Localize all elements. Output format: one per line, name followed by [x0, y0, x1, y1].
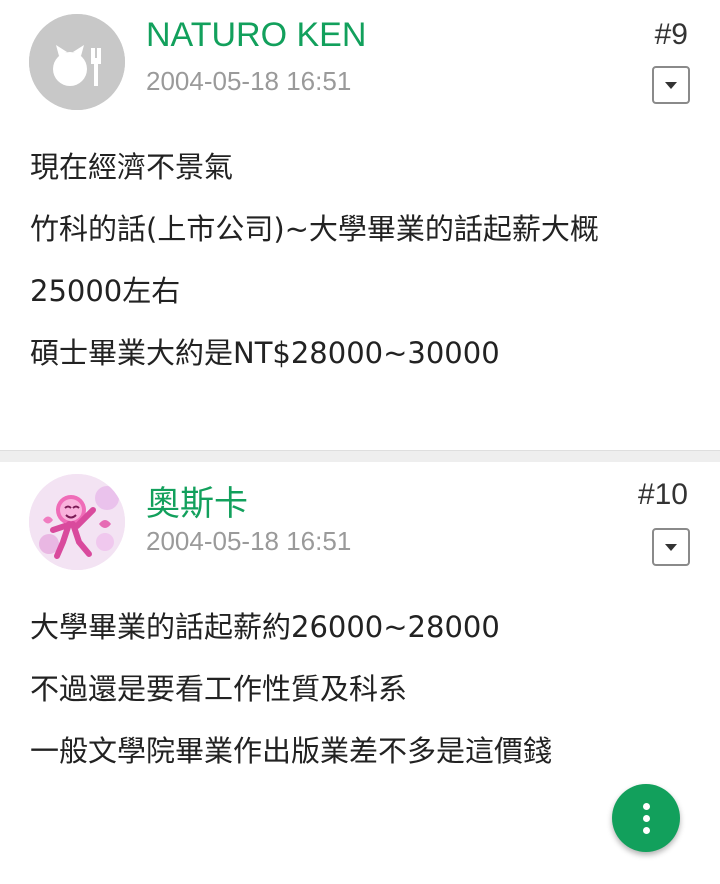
content-line: 大學畢業的話起薪約26000~28000: [30, 610, 500, 644]
more-vertical-icon-dot: [642, 826, 650, 834]
cartoon-avatar-icon[interactable]: [29, 474, 125, 570]
content-line: 現在經濟不景氣: [30, 150, 234, 184]
post-menu-button[interactable]: [652, 528, 690, 566]
post-timestamp: 2004-05-18 16:51: [146, 66, 352, 96]
floor-number: #10: [637, 478, 688, 511]
content-line: 碩士畢業大約是NT$28000~30000: [30, 336, 500, 370]
content-line: 25000左右: [30, 274, 181, 308]
chevron-down-icon: [665, 81, 677, 89]
content-line: 不過還是要看工作性質及科系: [30, 672, 408, 706]
chevron-down-icon: [665, 543, 677, 551]
post-9: NATURO KEN 2004-05-18 16:51 #9 現在經濟不景氣 竹…: [0, 0, 720, 450]
author-name[interactable]: 奧斯卡: [146, 476, 248, 525]
floor-number: #9: [654, 18, 688, 51]
post-menu-button[interactable]: [652, 66, 690, 104]
content-line: 竹科的話(上市公司)~大學畢業的話起薪大概: [30, 212, 599, 246]
author-name[interactable]: NATURO KEN: [146, 16, 366, 55]
post-timestamp: 2004-05-18 16:51: [146, 526, 352, 556]
more-vertical-icon-dot: [642, 814, 650, 822]
more-actions-button[interactable]: [612, 784, 680, 852]
post-content: 大學畢業的話起薪約26000~28000 不過還是要看工作性質及科系 一般文學院…: [30, 596, 700, 782]
more-vertical-icon: [642, 802, 650, 810]
post-divider: [0, 450, 720, 462]
post-content: 現在經濟不景氣 竹科的話(上市公司)~大學畢業的話起薪大概 25000左右 碩士…: [30, 136, 700, 384]
content-line: 一般文學院畢業作出版業差不多是這價錢: [30, 734, 553, 768]
default-avatar-icon[interactable]: [29, 14, 125, 110]
